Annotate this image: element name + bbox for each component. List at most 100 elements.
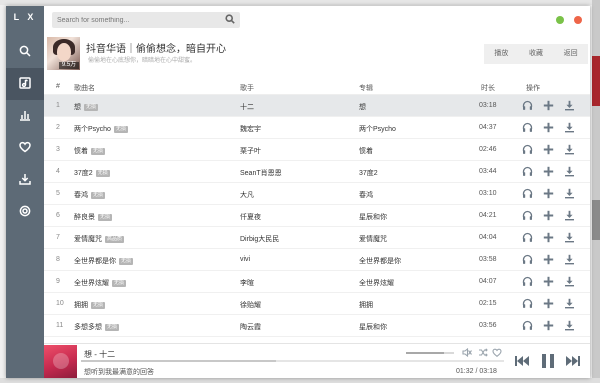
- song-singer: 仟夏夜: [240, 214, 261, 221]
- backdrop-top-strip: [0, 0, 600, 5]
- headphones-icon: [522, 320, 533, 333]
- song-index: 8: [56, 256, 60, 263]
- listen-button[interactable]: [522, 166, 533, 178]
- sidebar-item-downloads[interactable]: [6, 164, 44, 196]
- add-to-list-button[interactable]: [543, 210, 554, 222]
- song-row[interactable]: 2 两个Psycho 无损 魏宏宇 两个Psycho 04:37: [44, 117, 590, 139]
- download-button[interactable]: [564, 298, 575, 310]
- volume-slider[interactable]: [406, 352, 454, 354]
- download-button[interactable]: [564, 232, 575, 244]
- cover-artwork: [57, 43, 71, 61]
- song-singer: 大凡: [240, 192, 254, 199]
- song-title: 多想多想: [74, 324, 102, 331]
- add-to-list-button[interactable]: [543, 122, 554, 134]
- play-all-button[interactable]: 播放: [484, 44, 519, 64]
- listen-button[interactable]: [522, 276, 533, 288]
- app-window: L X Search for something... 9.5万 抖音华语｜偷偷…: [6, 6, 590, 378]
- favorite-toggle[interactable]: [492, 348, 502, 357]
- sidebar-item-favorites[interactable]: [6, 132, 44, 164]
- play-count-badge: 9.5万: [59, 62, 79, 69]
- playlist-description: 偷偷地在心底想你，暗暗地在心中甜蜜。: [88, 58, 197, 64]
- download-icon: [564, 188, 575, 201]
- sidebar-item-search[interactable]: [6, 36, 44, 68]
- progress-fill: [81, 360, 276, 362]
- play-mode-button[interactable]: [478, 348, 488, 357]
- download-button[interactable]: [564, 122, 575, 134]
- listen-button[interactable]: [522, 122, 533, 134]
- song-row[interactable]: 1 想无损 十二想 03:18: [44, 95, 590, 117]
- listen-button[interactable]: [522, 254, 533, 266]
- gear-icon: [19, 205, 31, 219]
- add-to-list-button[interactable]: [543, 188, 554, 200]
- song-row[interactable]: 6 醉良景 无损 仟夏夜 星辰和你 04:21: [44, 205, 590, 227]
- song-album: 全世界炫耀: [359, 280, 394, 287]
- backdrop-thumbnail: [592, 200, 600, 240]
- song-row[interactable]: 11 多想多想 无损 陶云霞 星辰和你 03:56: [44, 315, 590, 337]
- song-duration: 04:37: [479, 124, 497, 131]
- sidebar-item-music-library[interactable]: [6, 68, 44, 100]
- pause-button[interactable]: [541, 353, 555, 369]
- song-row[interactable]: 7 爱情魔咒 高品质 Dirbig大民民 爱情魔咒 04:04: [44, 227, 590, 249]
- download-button[interactable]: [564, 188, 575, 200]
- pause-icon: [541, 354, 555, 371]
- download-icon: [564, 100, 575, 113]
- add-to-list-button[interactable]: [543, 276, 554, 288]
- add-to-list-button[interactable]: [543, 298, 554, 310]
- song-singer: 陶云霞: [240, 324, 261, 331]
- sidebar-item-settings[interactable]: [6, 196, 44, 228]
- headphones-icon: [522, 232, 533, 245]
- headphones-icon: [522, 254, 533, 267]
- download-icon: [564, 276, 575, 289]
- song-list: 1 想无损 十二想 03:18 2 两个Psycho 无损 魏宏宇 两个Psycho 04:37 3…: [44, 95, 590, 348]
- minimize-button[interactable]: [556, 16, 564, 24]
- song-duration: 03:18: [479, 102, 497, 109]
- search-input[interactable]: [57, 14, 217, 26]
- next-track-button[interactable]: [565, 353, 581, 369]
- listen-button[interactable]: [522, 320, 533, 332]
- add-to-list-button[interactable]: [543, 100, 554, 112]
- listen-button[interactable]: [522, 232, 533, 244]
- heart-icon: [492, 348, 502, 359]
- song-title: 惯着: [74, 148, 88, 155]
- download-button[interactable]: [564, 166, 575, 178]
- song-row[interactable]: 10 拥拥 无损 徐贻耀 拥拥 02:15: [44, 293, 590, 315]
- skip-previous-icon: [514, 356, 530, 371]
- download-button[interactable]: [564, 320, 575, 332]
- listen-button[interactable]: [522, 210, 533, 222]
- back-button[interactable]: 返回: [553, 44, 588, 64]
- mute-toggle[interactable]: [462, 347, 472, 358]
- search-button[interactable]: [225, 14, 237, 26]
- download-button[interactable]: [564, 100, 575, 112]
- add-to-list-button[interactable]: [543, 144, 554, 156]
- add-to-list-button[interactable]: [543, 320, 554, 332]
- now-playing-title: 想 - 十二: [84, 350, 116, 359]
- playlist-cover: 9.5万: [47, 37, 80, 70]
- listen-button[interactable]: [522, 100, 533, 112]
- download-button[interactable]: [564, 144, 575, 156]
- song-table-header: # 歌曲名 歌手 专辑 时长 操作: [44, 78, 590, 95]
- listen-button[interactable]: [522, 188, 533, 200]
- shuffle-icon: [478, 348, 488, 359]
- listen-button[interactable]: [522, 298, 533, 310]
- download-button[interactable]: [564, 254, 575, 266]
- now-playing-cover[interactable]: [44, 345, 77, 378]
- collect-button[interactable]: 收藏: [519, 44, 554, 64]
- headphones-icon: [522, 188, 533, 201]
- song-row[interactable]: 8 全世界都是你 无损 vivi 全世界都是你 03:58: [44, 249, 590, 271]
- sidebar-item-leaderboard[interactable]: [6, 100, 44, 132]
- listen-button[interactable]: [522, 144, 533, 156]
- song-row[interactable]: 5 春鸿 无损 大凡 春鸿 03:10: [44, 183, 590, 205]
- song-row[interactable]: 9 全世界炫耀 无损 李暄 全世界炫耀 04:07: [44, 271, 590, 293]
- close-button[interactable]: [574, 16, 582, 24]
- song-title: 37度2: [74, 170, 93, 177]
- add-to-list-button[interactable]: [543, 232, 554, 244]
- song-row[interactable]: 3 惯着 无损 栗子叶 惯着 02:46: [44, 139, 590, 161]
- download-button[interactable]: [564, 210, 575, 222]
- add-to-list-button[interactable]: [543, 254, 554, 266]
- progress-bar[interactable]: [81, 360, 504, 362]
- song-row[interactable]: 4 37度2 无损 SeanT肖恩恩 37度2 03:44: [44, 161, 590, 183]
- previous-track-button[interactable]: [514, 353, 530, 369]
- sidebar: L X: [6, 6, 44, 378]
- download-button[interactable]: [564, 276, 575, 288]
- add-to-list-button[interactable]: [543, 166, 554, 178]
